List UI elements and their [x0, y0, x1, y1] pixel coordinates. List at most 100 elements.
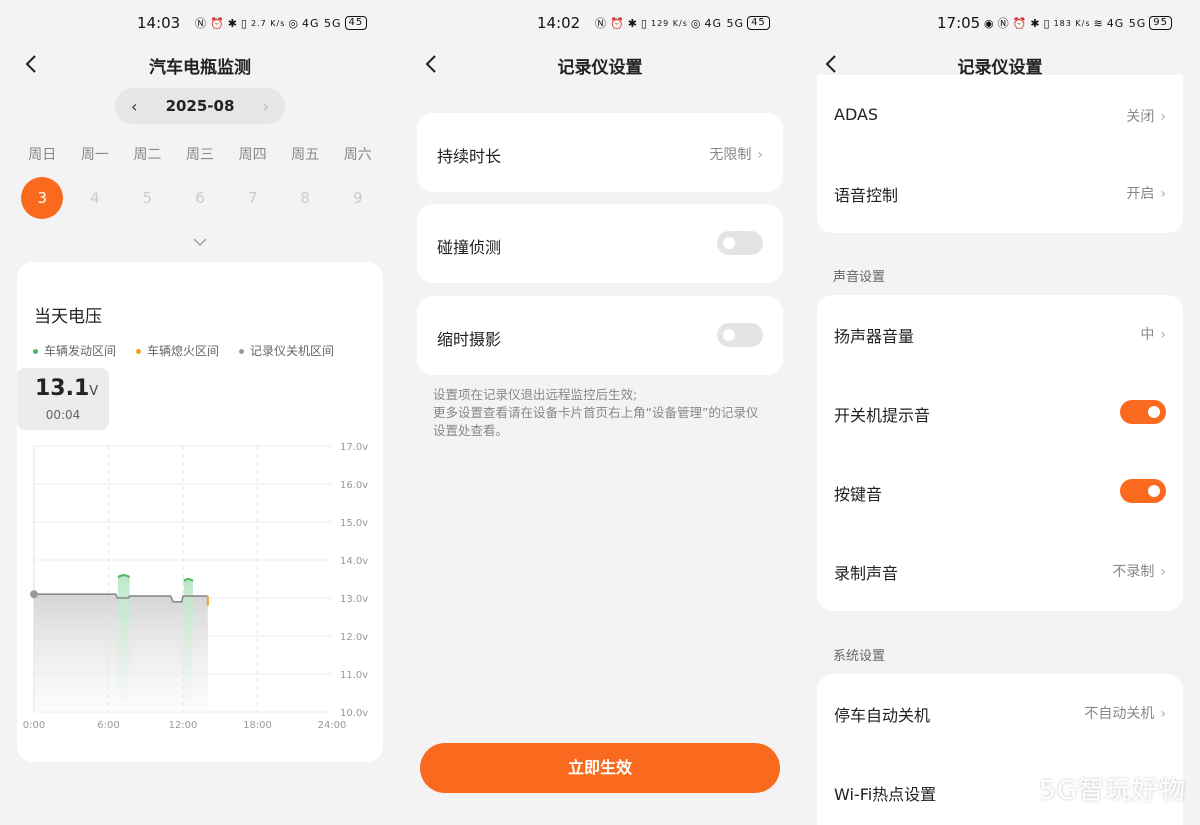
- voltage-chart[interactable]: 17.0v 16.0v 15.0v 14.0v 13.0v 12.0v 11.0v 10.0v…: [17, 430, 383, 740]
- status-time: 17:05: [937, 14, 981, 32]
- chevron-right-icon: ›: [1160, 186, 1166, 202]
- tooltip-voltage: 13.1: [35, 376, 90, 401]
- prev-month-button[interactable]: ‹: [131, 97, 137, 116]
- alarm-icon: ⏰: [610, 16, 625, 30]
- signal-icon: 4G 5G: [301, 16, 342, 30]
- x-tick-label: 0:00: [23, 720, 45, 731]
- voice-control-setting[interactable]: 语音控制 开启 ›: [817, 154, 1183, 233]
- status-bar: 14:02 Ⓝ ⏰ ✱ ▯ 129 K/s ◎ 4G 5G 45: [400, 0, 800, 44]
- recorder-settings-more-screen: 17:05 ◉ Ⓝ ⏰ ✱ ▯ 183 K/s ≋ 4G 5G 95 记录仪设置…: [800, 0, 1200, 825]
- apply-now-button[interactable]: 立即生效: [420, 743, 780, 793]
- auto-off-value: 不自动关机: [1084, 706, 1155, 722]
- y-tick-label: 13.0v: [340, 594, 368, 605]
- power-tone-toggle[interactable]: [1120, 400, 1166, 424]
- wifi-icon: ≋: [1093, 16, 1104, 30]
- chevron-right-icon: ›: [757, 147, 763, 163]
- key-tone-setting: 按键音: [817, 453, 1183, 532]
- date-cell: 7: [247, 189, 258, 207]
- legend-item: 记录仪关机区间: [239, 342, 334, 359]
- battery-icon: 45: [344, 16, 368, 30]
- setting-value: 无限制 ›: [709, 144, 763, 164]
- setting-value: 关闭 ›: [1126, 106, 1166, 126]
- vibrate-icon: ▯: [640, 16, 648, 30]
- setting-label: 扬声器音量: [834, 327, 915, 346]
- y-tick-label: 11.0v: [340, 670, 368, 681]
- watermark: 5G智玩好物: [1039, 776, 1186, 806]
- net-speed: 183 K/s: [1053, 18, 1091, 28]
- weekday-label: 周四: [238, 147, 267, 163]
- date-cell: 4: [90, 189, 100, 207]
- general-settings-group: ADAS 关闭 › 语音控制 开启 ›: [817, 75, 1183, 233]
- status-time: 14:02: [537, 14, 581, 32]
- auto-off-setting[interactable]: 停车自动关机 不自动关机 ›: [817, 674, 1183, 753]
- legend-label: 车辆熄火区间: [147, 344, 220, 358]
- month-label: 2025-08: [165, 97, 235, 115]
- hotspot-icon: ◎: [288, 16, 299, 30]
- month-selector: ‹ 2025-08 ›: [115, 88, 285, 124]
- status-bar: 17:05 ◉ Ⓝ ⏰ ✱ ▯ 183 K/s ≋ 4G 5G 95: [800, 0, 1200, 44]
- chart-tooltip: 13.1V 00:04: [17, 368, 109, 430]
- expand-calendar-icon[interactable]: [190, 234, 210, 250]
- date-cell-selected[interactable]: 3: [21, 177, 64, 219]
- date-cell: 5: [142, 189, 153, 207]
- chart-legend: 车辆发动区间 车辆熄火区间 记录仪关机区间: [33, 342, 334, 359]
- eye-icon: ◉: [984, 16, 995, 30]
- record-sound-setting[interactable]: 录制声音 不录制 ›: [817, 532, 1183, 611]
- setting-value: 不自动关机 ›: [1084, 703, 1166, 723]
- battery-icon: 45: [747, 16, 770, 30]
- weekday-label: 周六: [343, 147, 372, 163]
- status-icons: ◉ Ⓝ ⏰ ✱ ▯ 183 K/s ≋ 4G 5G 95: [984, 15, 1173, 31]
- battery-icon: 95: [1149, 16, 1173, 30]
- y-tick-label: 12.0v: [340, 632, 368, 643]
- status-time: 14:03: [137, 14, 181, 32]
- setting-label: 缩时摄影: [437, 330, 502, 349]
- speaker-value: 中: [1140, 327, 1155, 343]
- signal-icon: 4G 5G: [1106, 16, 1147, 30]
- status-icons: Ⓝ ⏰ ✱ ▯ 129 K/s ◎ 4G 5G 45: [595, 15, 770, 31]
- tooltip-unit: V: [89, 384, 99, 399]
- timelapse-toggle[interactable]: [717, 323, 763, 347]
- timelapse-setting: 缩时摄影: [417, 296, 783, 375]
- nfc-icon: Ⓝ: [997, 17, 1010, 30]
- date-cell: 6: [195, 189, 205, 207]
- status-icons: Ⓝ ⏰ ✱ ▯ 2.7 K/s ◎ 4G 5G 45: [195, 15, 368, 31]
- alarm-icon: ⏰: [1012, 16, 1028, 30]
- setting-value: 开启 ›: [1126, 183, 1166, 203]
- y-tick-label: 10.0v: [340, 708, 368, 719]
- nfc-icon: Ⓝ: [195, 17, 207, 30]
- signal-icon: 4G 5G: [704, 16, 745, 30]
- voice-value: 开启: [1126, 186, 1155, 202]
- collision-toggle[interactable]: [717, 231, 763, 255]
- tooltip-point: [30, 590, 38, 599]
- record-sound-value: 不录制: [1112, 564, 1155, 580]
- card-title: 当天电压: [34, 307, 102, 327]
- key-tone-toggle[interactable]: [1120, 479, 1166, 503]
- speaker-volume-setting[interactable]: 扬声器音量 中 ›: [817, 295, 1183, 374]
- weekday-label: 周五: [291, 147, 320, 163]
- section-title: 系统设置: [833, 649, 886, 664]
- legend-label: 车辆发动区间: [44, 344, 117, 358]
- alarm-icon: ⏰: [210, 16, 225, 30]
- setting-label: 开关机提示音: [834, 406, 931, 425]
- legend-dot: [239, 349, 245, 354]
- nav-bar: 汽车电瓶监测: [0, 44, 400, 86]
- setting-label: 碰撞侦测: [437, 238, 502, 257]
- legend-label: 记录仪关机区间: [250, 344, 335, 358]
- x-tick-label: 12:00: [169, 720, 198, 731]
- setting-label: ADAS: [834, 105, 879, 124]
- chevron-right-icon: ›: [1160, 564, 1166, 580]
- adas-setting[interactable]: ADAS 关闭 ›: [817, 75, 1183, 154]
- nfc-icon: Ⓝ: [595, 17, 607, 30]
- bluetooth-icon: ✱: [1030, 16, 1041, 30]
- y-tick-label: 17.0v: [340, 442, 368, 453]
- date-row: 3 4 5 6 7 8 9: [16, 177, 384, 219]
- y-tick-label: 14.0v: [340, 556, 368, 567]
- duration-setting[interactable]: 持续时长 无限制 ›: [417, 113, 783, 192]
- weekday-label: 周三: [186, 147, 215, 163]
- setting-label: 录制声音: [834, 564, 899, 583]
- sound-settings-group: 扬声器音量 中 › 开关机提示音 按键音 录制声音 不录制 ›: [817, 295, 1183, 611]
- recorder-settings-screen: 14:02 Ⓝ ⏰ ✱ ▯ 129 K/s ◎ 4G 5G 45 记录仪设置 持…: [400, 0, 800, 825]
- collision-setting: 碰撞侦测: [417, 204, 783, 283]
- next-month-button[interactable]: ›: [263, 97, 269, 116]
- duration-value: 无限制: [709, 147, 752, 163]
